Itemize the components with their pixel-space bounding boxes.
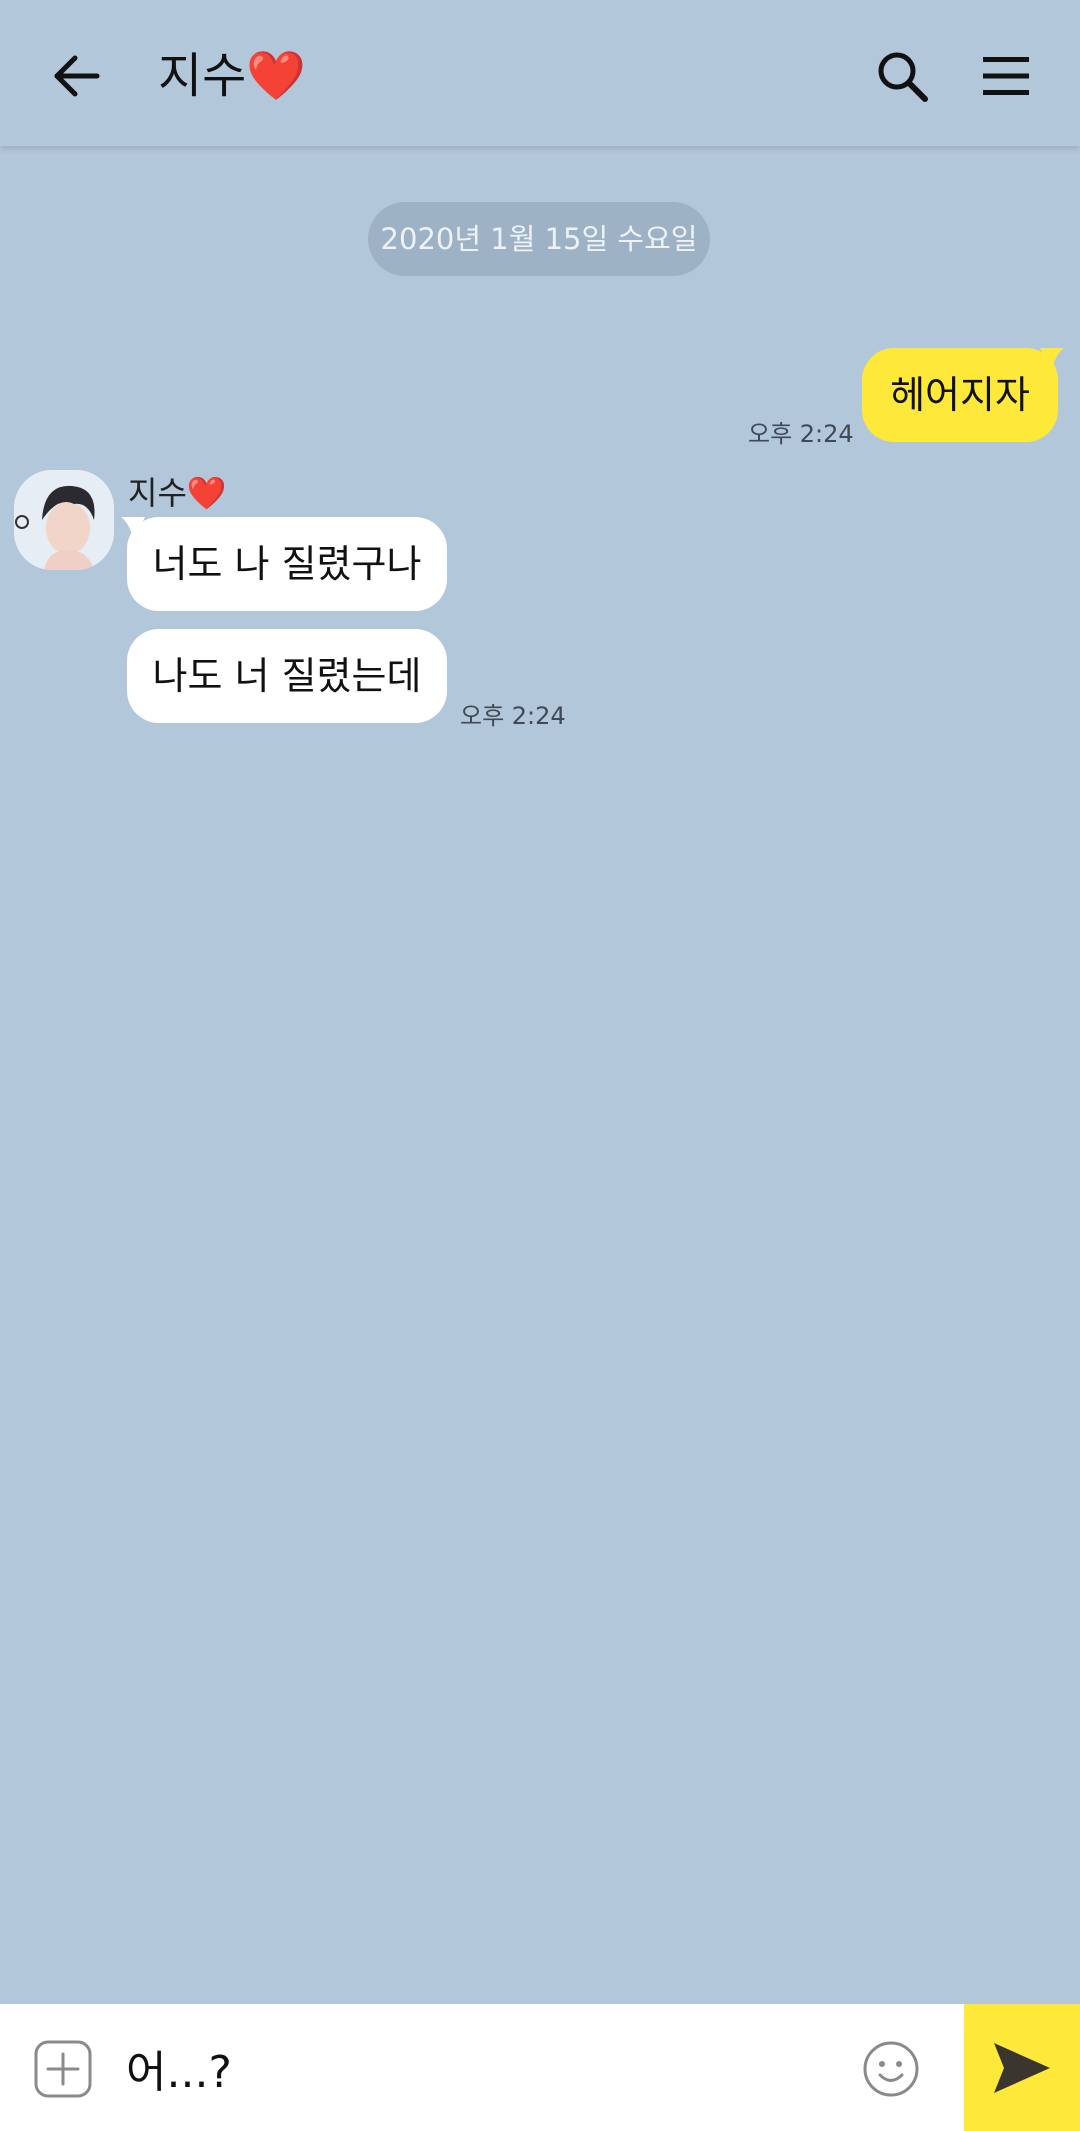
message-input[interactable] bbox=[126, 2028, 826, 2108]
message-text: 헤어지자 bbox=[890, 373, 1030, 417]
attach-button[interactable] bbox=[34, 2040, 92, 2098]
plus-square-icon bbox=[34, 2040, 92, 2098]
chat-header: 지수❤️ bbox=[0, 0, 1080, 146]
hamburger-menu-icon bbox=[983, 57, 1029, 95]
arrow-left-icon bbox=[54, 55, 100, 97]
date-divider: 2020년 1월 15일 수요일 bbox=[368, 202, 710, 276]
bubble-tail bbox=[121, 517, 145, 541]
profile-photo bbox=[14, 470, 114, 570]
send-arrow-icon bbox=[994, 2042, 1050, 2093]
bubble-tail bbox=[1040, 348, 1064, 372]
message-text: 너도 나 질렸구나 bbox=[152, 542, 422, 586]
chat-screen: 지수❤️ 2020년 1월 15일 수요일 헤어지자 오후 2:24 지수❤️ … bbox=[0, 0, 1080, 2131]
message-input-bar bbox=[0, 2004, 1080, 2131]
send-button[interactable] bbox=[964, 2004, 1080, 2131]
my-message-bubble[interactable]: 헤어지자 bbox=[862, 348, 1058, 442]
their-message-bubble[interactable]: 너도 나 질렸구나 bbox=[127, 517, 447, 611]
menu-button[interactable] bbox=[970, 40, 1042, 112]
their-message-bubble[interactable]: 나도 너 질렸는데 bbox=[127, 629, 447, 723]
sender-name: 지수❤️ bbox=[128, 474, 227, 512]
message-timestamp: 오후 2:24 bbox=[460, 702, 566, 730]
smiley-icon bbox=[863, 2041, 919, 2097]
chat-title: 지수❤️ bbox=[158, 48, 307, 104]
emoji-button[interactable] bbox=[862, 2040, 920, 2098]
back-button[interactable] bbox=[40, 40, 112, 112]
search-icon bbox=[878, 52, 928, 102]
avatar[interactable] bbox=[14, 470, 114, 570]
search-button[interactable] bbox=[866, 40, 938, 112]
message-text: 나도 너 질렸는데 bbox=[152, 654, 422, 698]
message-timestamp: 오후 2:24 bbox=[748, 420, 854, 448]
